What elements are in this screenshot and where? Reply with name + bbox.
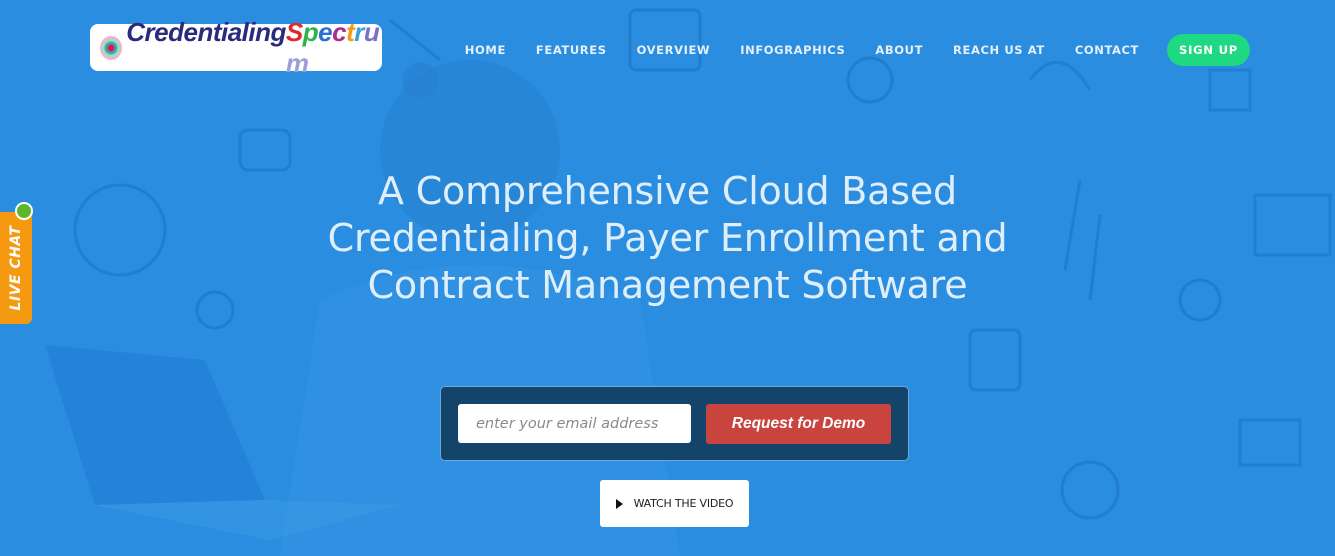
doodle-calendar — [1208, 68, 1252, 112]
hero-headline: A Comprehensive Cloud Based Credentialin… — [0, 168, 1335, 309]
watch-video-button[interactable]: WATCH THE VIDEO — [600, 480, 749, 527]
logo-letter: m — [285, 47, 309, 78]
online-status-dot-icon — [15, 202, 33, 220]
logo-letter: c — [332, 16, 347, 47]
nav-features[interactable]: FEATURES — [536, 43, 607, 57]
doodle-tablet — [968, 328, 1022, 392]
live-chat-tab[interactable]: LIVE CHAT — [0, 212, 32, 324]
request-demo-button[interactable]: Request for Demo — [706, 404, 891, 444]
laptop-screen-shape — [45, 345, 265, 505]
nav-contact[interactable]: CONTACT — [1075, 43, 1139, 57]
nav-infographics[interactable]: INFOGRAPHICS — [740, 43, 845, 57]
logo-mark-icon — [100, 35, 123, 60]
live-chat-label: LIVE CHAT — [8, 225, 24, 311]
nav-reach-us-at[interactable]: REACH US AT — [953, 43, 1045, 57]
headline-line-1: A Comprehensive Cloud Based — [378, 169, 957, 213]
main-nav: HOME FEATURES OVERVIEW INFOGRAPHICS ABOU… — [435, 34, 1250, 66]
sign-up-button[interactable]: SIGN UP — [1167, 34, 1250, 66]
demo-request-form: Request for Demo — [440, 386, 909, 461]
logo-letter: S — [285, 16, 303, 47]
headline-line-3: Contract Management Software — [367, 263, 968, 307]
nav-overview[interactable]: OVERVIEW — [637, 43, 711, 57]
play-icon — [615, 498, 623, 509]
email-input[interactable] — [458, 404, 691, 443]
brand-logo[interactable]: Credentialing Spectru m — [90, 17, 382, 78]
logo-wordmark: Credentialing Spectru m — [126, 17, 382, 79]
doodle-board — [1238, 418, 1302, 467]
watch-video-label: WATCH THE VIDEO — [633, 497, 734, 510]
logo-text-credentialing: Credentialing — [126, 16, 286, 47]
headline-line-2: Credentialing, Payer Enrollment and — [327, 216, 1008, 260]
nav-home[interactable]: HOME — [465, 43, 506, 57]
logo-letter: e — [318, 16, 333, 47]
nav-about[interactable]: ABOUT — [875, 43, 923, 57]
hair-bun-shape — [402, 62, 438, 98]
doodle-globe — [1060, 460, 1120, 520]
doodle-video — [238, 128, 292, 172]
logo-letter: t — [346, 16, 355, 47]
logo-letter: r — [354, 16, 364, 47]
logo-letter: p — [302, 16, 319, 47]
logo-text-spectrum: Spectru m — [286, 17, 382, 79]
logo-letter: u — [363, 16, 380, 47]
